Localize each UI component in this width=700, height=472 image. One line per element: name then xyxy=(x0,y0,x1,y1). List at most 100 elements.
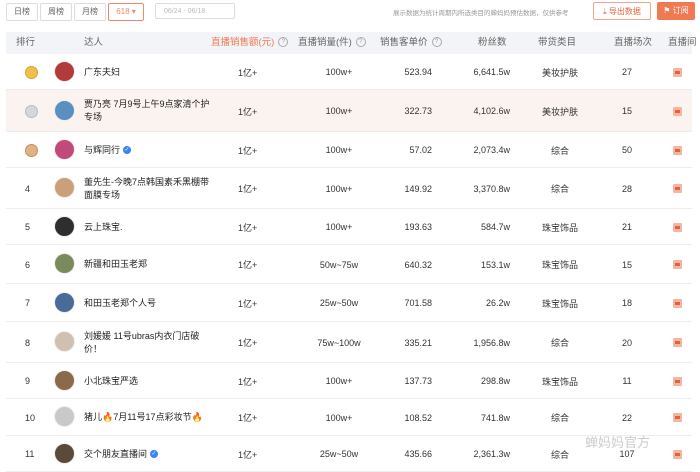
tab-618[interactable]: 618 ▾ xyxy=(108,3,144,21)
volume-cell: 50w~75w xyxy=(319,259,359,270)
table-row[interactable]: 9 小北珠宝严选 1亿+ 100w+ 137.73 298.8w 珠宝饰品 11 xyxy=(6,363,692,399)
unit-price-cell: 701.58 xyxy=(404,298,432,308)
live-room-icon[interactable] xyxy=(673,184,682,193)
rank-medal-icon xyxy=(25,65,38,79)
live-room-icon[interactable] xyxy=(673,376,682,386)
streamer-name[interactable]: 新疆和田玉老郑 xyxy=(84,258,147,271)
streamer-name[interactable]: 刘媛媛 11号ubras内衣门店破价！ xyxy=(84,330,212,356)
category-cell: 美妆护肤 xyxy=(541,67,578,78)
streamer-name[interactable]: 和田玉老郑个人号 xyxy=(84,297,156,310)
help-icon[interactable]: ? xyxy=(355,37,366,48)
live-room-icon[interactable] xyxy=(673,413,682,422)
live-room-icon[interactable] xyxy=(673,260,682,269)
unit-price-cell: 640.32 xyxy=(404,259,432,270)
streamer-name-cell[interactable]: 董先生-今晚7点韩国素禾黑棚带面膜专场 xyxy=(84,168,212,209)
rank-cell xyxy=(25,54,38,90)
export-data-button[interactable]: ⤓ 导出数据 xyxy=(593,2,651,20)
unit-price-cell: 57.02 xyxy=(409,145,432,155)
streamer-name[interactable]: 猪儿🔥7月11号17点彩妆节🔥 xyxy=(84,411,203,424)
streamer-name-cell[interactable]: 新疆和田玉老郑 xyxy=(84,245,212,284)
live-room-cell[interactable] xyxy=(673,209,682,245)
sales-cell: 1亿+ xyxy=(238,106,258,117)
avatar[interactable] xyxy=(54,99,75,121)
avatar[interactable] xyxy=(54,177,75,198)
sessions-cell: 21 xyxy=(621,222,632,232)
avatar[interactable] xyxy=(54,253,75,274)
table-row[interactable]: 与辉同行 ✓ 1亿+ 100w+ 57.02 2,073.4w 综合 50 xyxy=(6,132,692,168)
sales-cell: 1亿+ xyxy=(238,449,258,460)
streamer-name-cell[interactable]: 刘媛媛 11号ubras内衣门店破价！ xyxy=(84,322,212,363)
streamer-name[interactable]: 与辉同行 xyxy=(84,144,120,157)
filter-bar: 日榜 周榜 月榜 618 ▾ 06/24 - 06/18 展示数据为统计周期内所… xyxy=(0,0,700,28)
live-room-cell[interactable] xyxy=(673,363,682,399)
live-room-cell[interactable] xyxy=(673,90,682,132)
streamer-name[interactable]: 云上珠宝. xyxy=(84,221,123,234)
table-row[interactable]: 8 刘媛媛 11号ubras内衣门店破价！ 1亿+ 75w~100w 335.21 1,9… xyxy=(6,322,692,363)
table-row[interactable]: 6 新疆和田玉老郑 1亿+ 50w~75w 640.32 153.1w 珠宝饰品 15 xyxy=(6,245,692,284)
col-unit-price[interactable]: 销售客单价? xyxy=(380,32,442,54)
streamer-name[interactable]: 贾乃亮 7月9号上午9点家清个护专场 xyxy=(84,98,212,124)
col-fans[interactable]: 粉丝数 xyxy=(478,32,507,54)
streamer-name-cell[interactable]: 贾乃亮 7月9号上午9点家清个护专场 xyxy=(84,90,212,132)
streamer-name-cell[interactable]: 和田玉老郑个人号 xyxy=(84,284,212,322)
avatar[interactable] xyxy=(54,331,75,352)
live-room-cell[interactable] xyxy=(673,245,682,284)
col-volume[interactable]: 直播销量(件)? xyxy=(298,32,366,54)
table-row[interactable]: 广东夫妇 1亿+ 100w+ 523.94 6,641.5w 美妆护肤 27 xyxy=(6,54,692,90)
live-room-cell[interactable] xyxy=(673,168,682,209)
tab-weekly[interactable]: 周榜 xyxy=(40,3,72,21)
help-icon[interactable]: ? xyxy=(431,37,442,48)
live-room-icon[interactable] xyxy=(673,222,682,232)
tab-monthly[interactable]: 月榜 xyxy=(74,3,106,21)
col-sessions[interactable]: 直播场次 xyxy=(614,32,652,54)
subscribe-button[interactable]: ⚑ 订阅 xyxy=(657,2,695,20)
sessions-cell: 50 xyxy=(621,145,632,155)
fans-cell: 153.1w xyxy=(480,259,510,270)
rank-number: 8 xyxy=(25,337,31,348)
table-row[interactable]: 10 猪儿🔥7月11号17点彩妆节🔥 1亿+ 100w+ 108.52 741.8w 综合 2… xyxy=(6,399,692,436)
avatar[interactable] xyxy=(54,138,75,160)
live-room-cell[interactable] xyxy=(673,284,682,322)
streamer-name-cell[interactable]: 与辉同行 ✓ xyxy=(84,132,212,168)
streamer-name[interactable]: 广东夫妇 xyxy=(84,66,120,79)
table-row[interactable]: 贾乃亮 7月9号上午9点家清个护专场 1亿+ 100w+ 322.73 4,102.6w… xyxy=(6,90,692,132)
streamer-name-cell[interactable]: 猪儿🔥7月11号17点彩妆节🔥 xyxy=(84,399,212,436)
table-row[interactable]: 5 云上珠宝. 1亿+ 100w+ 193.63 584.7w 珠宝饰品 21 xyxy=(6,209,692,245)
table-row[interactable]: 7 和田玉老郑个人号 1亿+ 25w~50w 701.58 26.2w 珠宝饰品 18 xyxy=(6,284,692,322)
avatar[interactable] xyxy=(54,60,75,82)
streamer-name-cell[interactable]: 云上珠宝. xyxy=(84,209,212,245)
avatar[interactable] xyxy=(54,406,75,427)
live-room-icon[interactable] xyxy=(673,338,682,347)
live-room-icon[interactable] xyxy=(673,67,682,77)
unit-price-cell: 108.52 xyxy=(404,412,432,423)
streamer-name-cell[interactable]: 小北珠宝严选 xyxy=(84,363,212,399)
verified-icon: ✓ xyxy=(123,146,132,154)
avatar[interactable] xyxy=(54,369,75,391)
sales-cell: 1亿+ xyxy=(238,298,258,309)
help-icon[interactable]: ? xyxy=(278,37,289,48)
streamer-name[interactable]: 小北珠宝严选 xyxy=(84,375,138,388)
tab-daily[interactable]: 日榜 xyxy=(6,3,38,21)
avatar[interactable] xyxy=(54,442,75,464)
streamer-name-cell[interactable]: 广东夫妇 xyxy=(84,54,212,90)
table-row[interactable]: 4 董先生-今晚7点韩国素禾黑棚带面膜专场 1亿+ 100w+ 149.92 3,370.… xyxy=(6,168,692,209)
col-sales[interactable]: 直播销售额(元)? xyxy=(211,32,289,54)
live-room-icon[interactable] xyxy=(673,106,682,116)
live-room-cell[interactable] xyxy=(673,436,682,472)
avatar[interactable] xyxy=(54,291,75,313)
streamer-name[interactable]: 交个朋友直播间 xyxy=(84,448,147,461)
col-category: 带货类目 xyxy=(538,37,577,48)
volume-cell: 100w+ xyxy=(325,183,353,194)
live-room-cell[interactable] xyxy=(673,132,682,168)
live-room-icon[interactable] xyxy=(673,298,682,308)
live-room-cell[interactable] xyxy=(673,54,682,90)
avatar[interactable] xyxy=(54,215,75,237)
date-range-picker[interactable]: 06/24 - 06/18 xyxy=(155,3,235,19)
live-room-icon[interactable] xyxy=(673,145,682,155)
streamer-name-cell[interactable]: 交个朋友直播间 ✓ xyxy=(84,436,212,472)
live-room-cell[interactable] xyxy=(673,322,682,363)
category-cell: 珠宝饰品 xyxy=(541,298,578,309)
live-room-cell[interactable] xyxy=(673,399,682,436)
streamer-name[interactable]: 董先生-今晚7点韩国素禾黑棚带面膜专场 xyxy=(84,176,212,202)
live-room-icon[interactable] xyxy=(673,449,682,459)
